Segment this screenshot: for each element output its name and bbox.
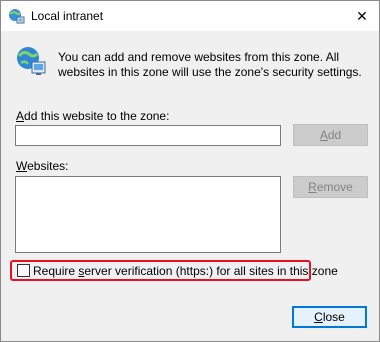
globe-network-icon bbox=[9, 9, 25, 24]
add-website-input[interactable] bbox=[15, 125, 281, 146]
websites-label: Websites: bbox=[16, 159, 69, 173]
window-title: Local intranet bbox=[31, 9, 104, 23]
close-button[interactable]: Close bbox=[292, 306, 367, 328]
add-website-label: Add this website to the zone: bbox=[16, 109, 170, 123]
title-bar: Local intranet ✕ bbox=[1, 1, 379, 31]
close-icon: ✕ bbox=[356, 7, 368, 24]
add-button[interactable]: Add bbox=[293, 124, 368, 146]
zone-description: You can add and remove websites from thi… bbox=[58, 50, 362, 79]
websites-list[interactable] bbox=[15, 176, 281, 253]
local-intranet-icon bbox=[17, 47, 46, 75]
require-https-label[interactable]: Require server verification (https:) for… bbox=[33, 264, 338, 278]
remove-button[interactable]: Remove bbox=[293, 176, 368, 198]
require-https-checkbox[interactable] bbox=[17, 264, 30, 277]
close-window-button[interactable]: ✕ bbox=[345, 1, 379, 31]
dialog-window: Local intranet ✕ You can add and remove … bbox=[0, 0, 380, 342]
